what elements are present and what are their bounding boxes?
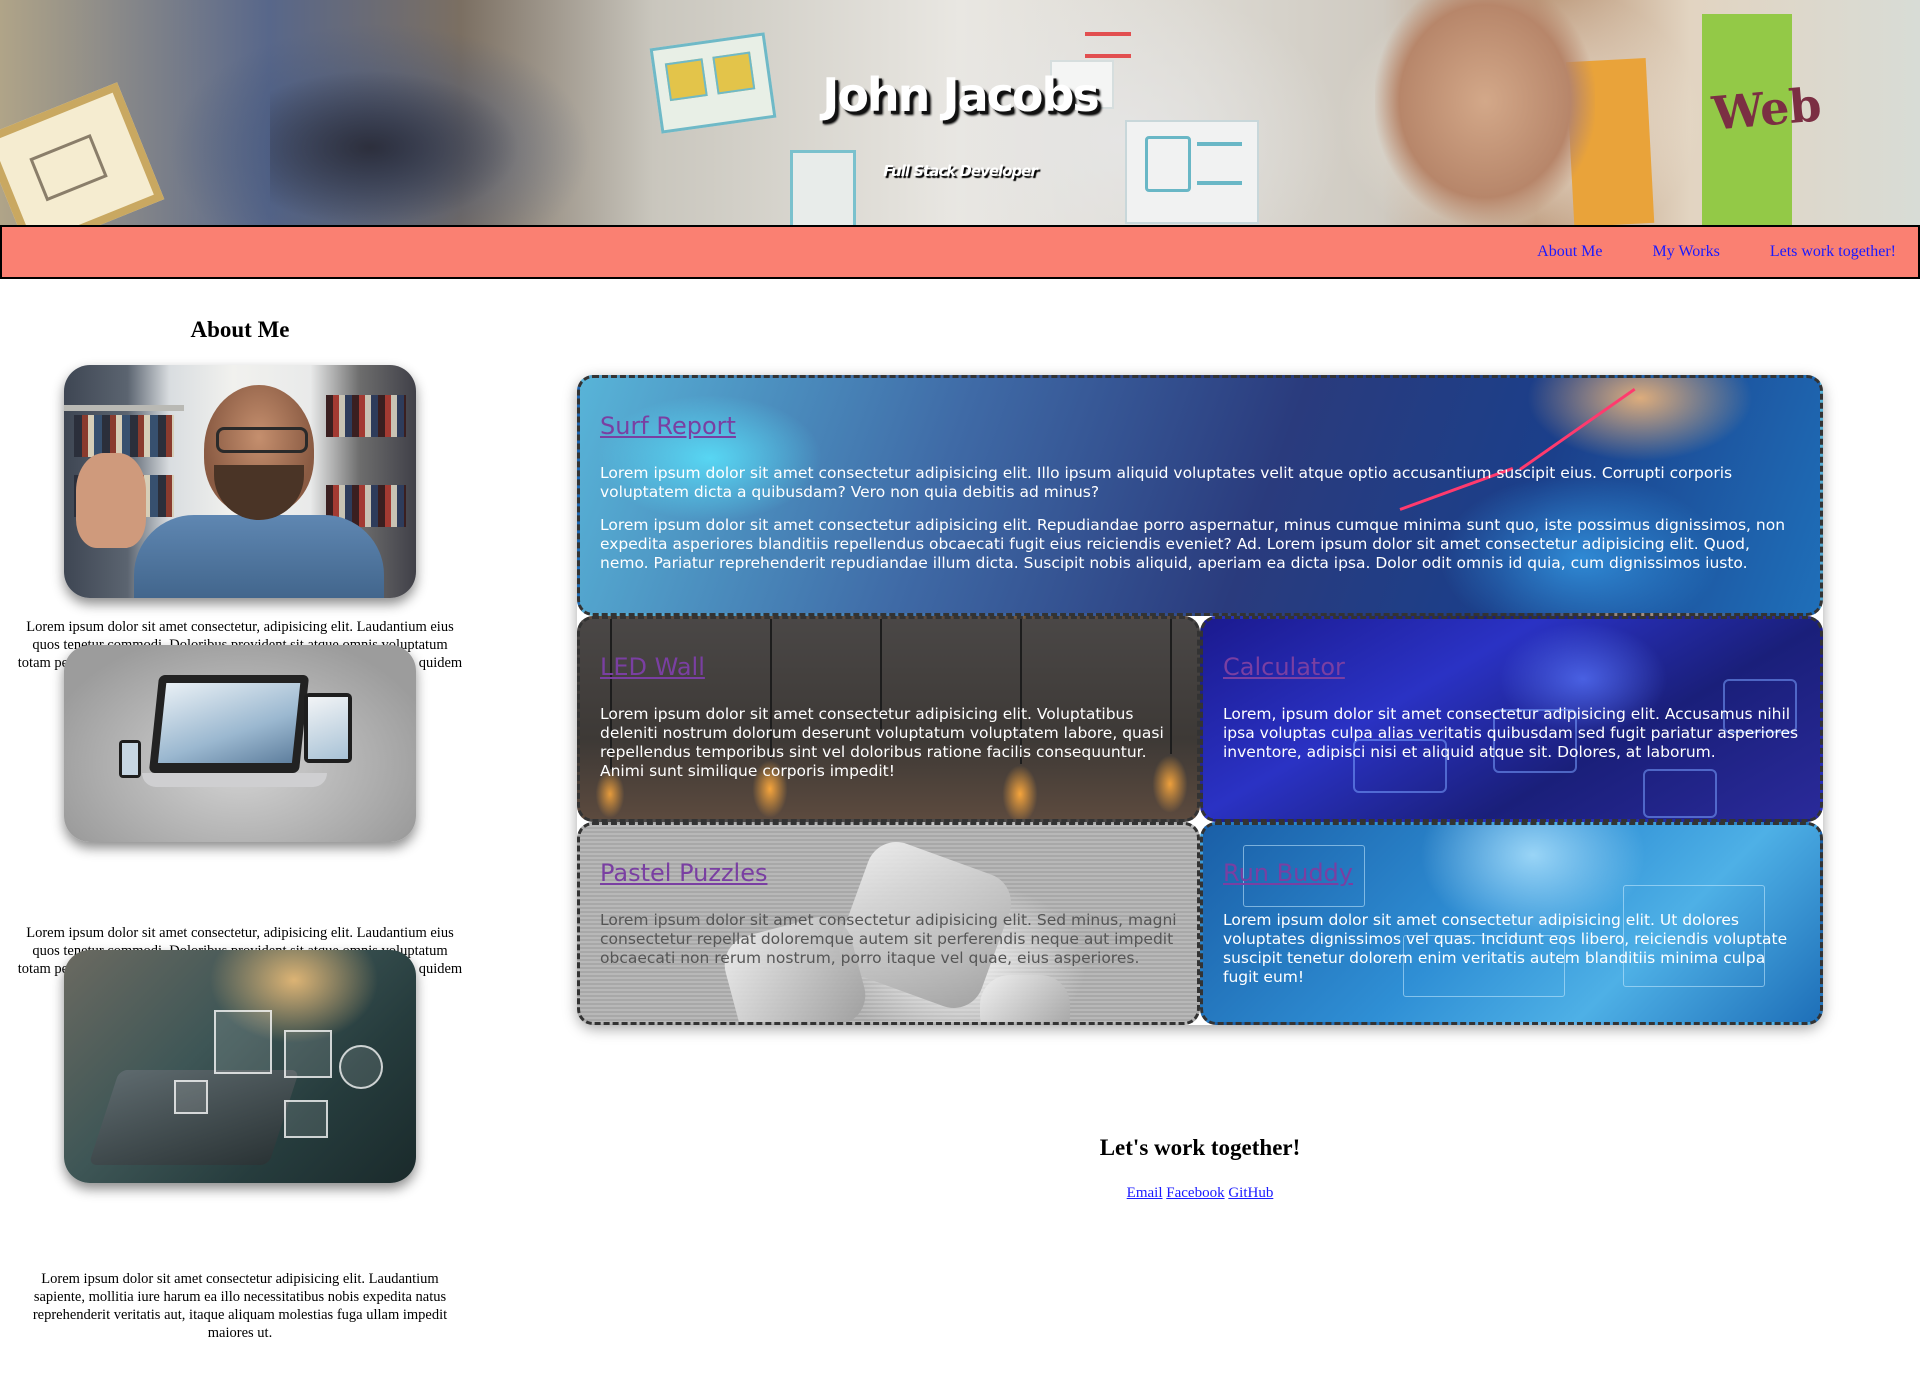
project-title: Pastel Puzzles — [600, 859, 1177, 887]
book-icon — [214, 1010, 272, 1074]
nav-link-my-works[interactable]: My Works — [1653, 243, 1720, 261]
hero-banner: Web John Jacobs Full Stack Developer — [0, 0, 1920, 225]
nav-link-about-me[interactable]: About Me — [1537, 243, 1602, 261]
video-icon — [284, 1100, 328, 1138]
laptop-icons-photo — [64, 950, 416, 1183]
works-grid: Surf Report Lorem ipsum dolor sit amet c… — [577, 375, 1823, 1025]
about-heading: About Me — [190, 317, 290, 342]
project-title: Run Buddy — [1223, 859, 1800, 887]
graduation-cap-icon — [284, 1030, 332, 1078]
project-link-led-wall[interactable]: LED Wall — [600, 653, 705, 681]
github-link[interactable]: GitHub — [1228, 1185, 1273, 1201]
site-title: John Jacobs — [822, 68, 1100, 122]
contact-links: Email Facebook GitHub — [577, 1185, 1823, 1202]
project-card-surf-report: Surf Report Lorem ipsum dolor sit amet c… — [577, 375, 1823, 616]
contact-section: Let's work together! Email Facebook GitH… — [577, 1135, 1823, 1202]
project-title: LED Wall — [600, 653, 1177, 681]
project-card-calculator: Calculator Lorem, ipsum dolor sit amet c… — [1200, 616, 1823, 822]
project-description: Lorem ipsum dolor sit amet consectetur a… — [600, 516, 1786, 572]
responsive-devices-photo — [64, 645, 416, 842]
project-card-led-wall: LED Wall Lorem ipsum dolor sit amet cons… — [577, 616, 1200, 822]
site-subtitle: Full Stack Developer — [883, 162, 1038, 180]
project-description: Lorem ipsum dolor sit amet consectetur a… — [600, 705, 1164, 780]
project-link-pastel-puzzles[interactable]: Pastel Puzzles — [600, 859, 767, 887]
search-icon — [339, 1045, 383, 1089]
project-link-surf-report[interactable]: Surf Report — [600, 412, 736, 440]
nav-links: About Me My Works Lets work together! — [1537, 227, 1896, 277]
puzzle-piece-image — [980, 975, 1070, 1022]
project-card-run-buddy: Run Buddy Lorem ipsum dolor sit amet con… — [1200, 822, 1823, 1025]
red-arrow-sketch — [1085, 32, 1131, 58]
project-title: Calculator — [1223, 653, 1800, 681]
project-link-run-buddy[interactable]: Run Buddy — [1223, 859, 1353, 887]
project-description: Lorem, ipsum dolor sit amet consectetur … — [1223, 705, 1799, 761]
project-card-pastel-puzzles: Pastel Puzzles Lorem ipsum dolor sit ame… — [577, 822, 1200, 1025]
about-text: Lorem ipsum dolor sit amet consectetur a… — [32, 1271, 448, 1341]
project-description: Lorem ipsum dolor sit amet consectetur a… — [600, 911, 1177, 967]
portrait-photo — [64, 365, 416, 598]
project-description: Lorem ipsum dolor sit amet consectetur a… — [1223, 911, 1788, 986]
project-description: Lorem ipsum dolor sit amet consectetur a… — [600, 464, 1733, 501]
nav-bar: About Me My Works Lets work together! — [0, 225, 1920, 279]
project-title: Surf Report — [600, 412, 1800, 440]
about-section: About Me Lorem ipsum dolor sit amet cons… — [0, 300, 480, 1341]
nav-link-work-together[interactable]: Lets work together! — [1770, 243, 1896, 261]
email-link[interactable]: Email — [1127, 1185, 1163, 1201]
contact-heading: Let's work together! — [1099, 1135, 1301, 1160]
document-icon — [174, 1080, 208, 1114]
project-link-calculator[interactable]: Calculator — [1223, 653, 1345, 681]
facebook-link[interactable]: Facebook — [1166, 1185, 1224, 1201]
